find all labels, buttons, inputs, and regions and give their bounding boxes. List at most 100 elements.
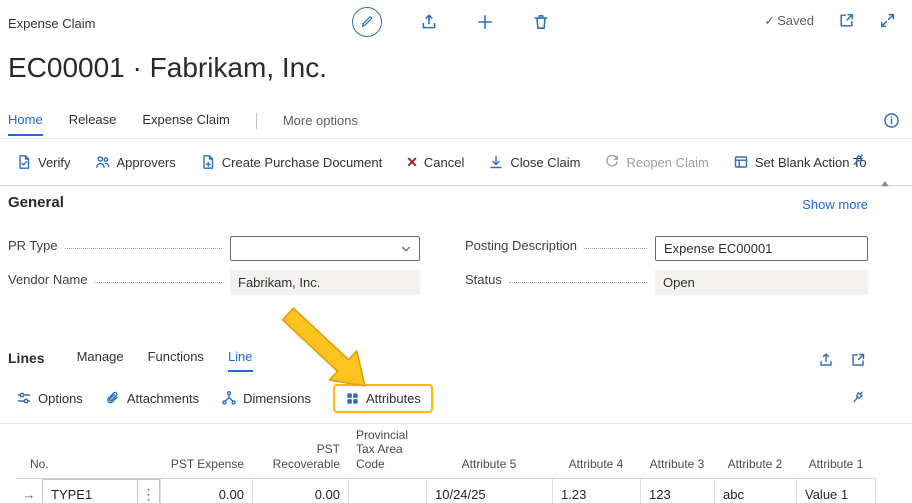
- popout-icon[interactable]: [850, 352, 866, 368]
- tool-label: Dimensions: [243, 391, 311, 406]
- action-label: Close Claim: [510, 155, 580, 170]
- vendor-name-label: Vendor Name: [8, 272, 230, 287]
- table-icon: [733, 154, 749, 170]
- dotted-leader: [584, 248, 647, 249]
- pin-icon[interactable]: [850, 389, 866, 405]
- close-claim-button[interactable]: Close Claim: [488, 154, 580, 170]
- reopen-claim-button[interactable]: Reopen Claim: [604, 154, 708, 170]
- col-header-attribute-3[interactable]: Attribute 3: [640, 424, 714, 479]
- tab-expense-claim[interactable]: Expense Claim: [142, 112, 229, 136]
- breadcrumb[interactable]: Expense Claim: [8, 16, 95, 31]
- row-more-button[interactable]: ⋮: [137, 480, 159, 503]
- lines-tab-manage[interactable]: Manage: [77, 349, 124, 372]
- posting-description-value: Expense EC00001: [664, 241, 772, 256]
- check-icon: ✓: [764, 13, 775, 29]
- plus-icon[interactable]: [476, 13, 494, 31]
- action-label: Reopen Claim: [626, 155, 708, 170]
- status-field: Open: [655, 270, 868, 295]
- info-icon[interactable]: [883, 112, 900, 129]
- edit-button[interactable]: [352, 7, 382, 37]
- col-header-attribute-2[interactable]: Attribute 2: [714, 424, 796, 479]
- tabs-divider: [256, 113, 257, 129]
- cell-attribute-5[interactable]: 10/24/25: [426, 479, 552, 503]
- tool-label: Attachments: [127, 391, 199, 406]
- pr-type-label: PR Type: [8, 238, 230, 253]
- show-more-link[interactable]: Show more: [802, 197, 868, 212]
- lines-tab-line[interactable]: Line: [228, 349, 253, 372]
- options-button[interactable]: Options: [16, 385, 83, 411]
- nav-tabs: Home Release Expense Claim More options: [8, 112, 358, 136]
- cell-no[interactable]: TYPE1 ⋮: [42, 479, 160, 503]
- cell-attribute-2[interactable]: abc: [714, 479, 796, 503]
- status-label: Status: [465, 272, 655, 287]
- cell-attribute-4[interactable]: 1.23: [552, 479, 640, 503]
- pr-type-combobox[interactable]: [230, 236, 420, 261]
- cancel-button[interactable]: ✕ Cancel: [406, 155, 464, 170]
- purchase-document-icon: [200, 154, 216, 170]
- attributes-button[interactable]: Attributes: [333, 384, 433, 413]
- download-icon: [488, 154, 504, 170]
- posting-description-label: Posting Description: [465, 238, 655, 253]
- section-divider: [0, 185, 912, 186]
- expand-icon[interactable]: [879, 12, 896, 29]
- lines-header: Lines Manage Functions Line: [8, 349, 253, 372]
- col-header-pst-recoverable[interactable]: PST Recoverable: [252, 424, 348, 479]
- dimensions-button[interactable]: Dimensions: [221, 385, 311, 411]
- saved-status: ✓ Saved: [764, 13, 814, 29]
- attachments-button[interactable]: Attachments: [105, 385, 199, 411]
- lines-toolbar: Options Attachments Dimensions Attribute…: [16, 381, 433, 415]
- cell-attribute-1[interactable]: Value 1: [796, 479, 876, 503]
- reopen-icon: [604, 154, 620, 170]
- scrollbar-up-icon[interactable]: [879, 178, 891, 190]
- approvers-icon: [95, 154, 111, 170]
- cell-pst-expense[interactable]: 0.00: [160, 479, 252, 503]
- options-icon: [16, 390, 32, 406]
- paperclip-icon: [105, 390, 121, 406]
- topbar-status: ✓ Saved: [764, 12, 896, 29]
- share-icon[interactable]: [818, 352, 834, 368]
- set-blank-action-to-button[interactable]: Set Blank Action To: [733, 154, 867, 170]
- topbar-actions: [352, 7, 550, 37]
- trash-icon[interactable]: [532, 13, 550, 31]
- verify-button[interactable]: Verify: [16, 154, 71, 170]
- cell-attribute-3[interactable]: 123: [640, 479, 714, 503]
- attributes-grid-icon: [345, 391, 360, 406]
- status-value: Open: [663, 275, 695, 290]
- general-heading: General: [8, 194, 64, 211]
- dotted-leader: [95, 282, 223, 283]
- col-header-no[interactable]: No.: [16, 424, 160, 479]
- row-selector-icon: →: [16, 479, 42, 503]
- action-label: Create Purchase Document: [222, 155, 382, 170]
- more-options[interactable]: More options: [283, 113, 358, 135]
- saved-label: Saved: [777, 13, 814, 28]
- pin-icon[interactable]: [850, 152, 866, 168]
- dimensions-icon: [221, 390, 237, 406]
- col-header-pst-expense[interactable]: PST Expense: [160, 424, 252, 479]
- lines-tab-functions[interactable]: Functions: [148, 349, 204, 372]
- tool-label: Options: [38, 391, 83, 406]
- cell-provincial-tax-area-code[interactable]: [348, 479, 426, 503]
- share-icon[interactable]: [420, 13, 438, 31]
- col-header-attribute-1[interactable]: Attribute 1: [796, 424, 876, 479]
- vendor-name-value: Fabrikam, Inc.: [238, 275, 320, 290]
- verify-icon: [16, 154, 32, 170]
- tab-release[interactable]: Release: [69, 112, 117, 136]
- approvers-button[interactable]: Approvers: [95, 154, 176, 170]
- expense-claim-page: Expense Claim ✓ Saved EC00001 · Fabrikam: [0, 0, 912, 503]
- create-purchase-document-button[interactable]: Create Purchase Document: [200, 154, 382, 170]
- dotted-leader: [509, 282, 647, 283]
- action-bar: Verify Approvers Create Purchase Documen…: [16, 146, 867, 178]
- lines-header-icons: [818, 352, 866, 368]
- lines-table: No. PST Expense PST Recoverable Provinci…: [16, 424, 878, 503]
- col-header-attribute-5[interactable]: Attribute 5: [426, 424, 552, 479]
- vendor-name-field: Fabrikam, Inc.: [230, 270, 420, 295]
- lines-heading: Lines: [8, 350, 45, 372]
- posting-description-input[interactable]: Expense EC00001: [655, 236, 868, 261]
- action-label: Verify: [38, 155, 71, 170]
- dotted-leader: [65, 248, 222, 249]
- col-header-provincial-tax-area-code[interactable]: Provincial Tax Area Code: [348, 424, 426, 479]
- tab-home[interactable]: Home: [8, 112, 43, 136]
- cell-pst-recoverable[interactable]: 0.00: [252, 479, 348, 503]
- popout-icon[interactable]: [838, 12, 855, 29]
- col-header-attribute-4[interactable]: Attribute 4: [552, 424, 640, 479]
